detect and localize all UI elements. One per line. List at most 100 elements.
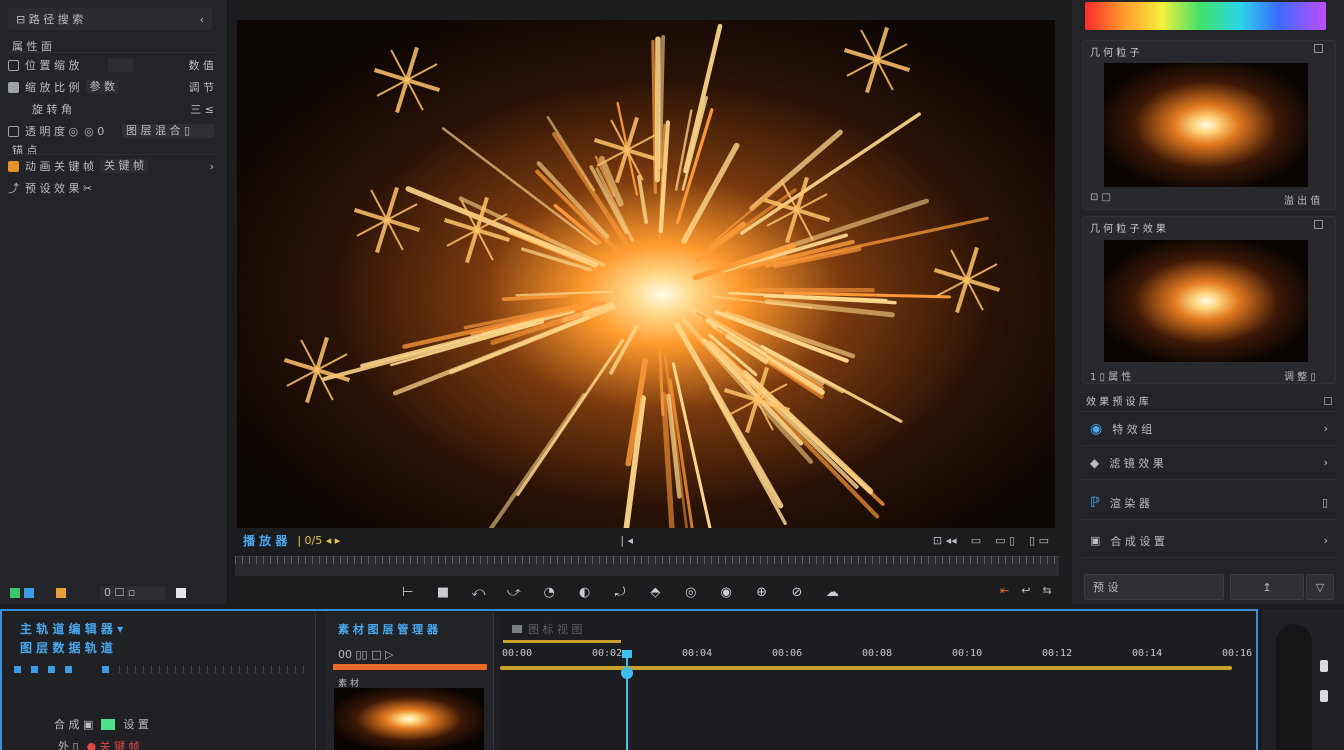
track-row[interactable]: 合 成 ▣ 设 置: [54, 716, 149, 732]
card-title: 几 何 粒 子: [1090, 48, 1140, 59]
prop-label: 缩 放 比 例: [25, 81, 80, 94]
effect-item[interactable]: ◉ 特 效 组 ›: [1082, 412, 1336, 446]
undo-icon[interactable]: ↩: [1021, 584, 1030, 597]
transport-button[interactable]: ⤺: [471, 585, 486, 600]
clip-thumbnail[interactable]: [334, 688, 484, 750]
transport-button[interactable]: ⊕: [754, 585, 769, 600]
divider: [8, 52, 218, 53]
track-toggle[interactable]: [31, 665, 38, 673]
prop-label: 位 置 缩 放: [25, 59, 80, 72]
playhead-knob[interactable]: [621, 667, 633, 679]
view-tool-icon[interactable]: ▭ ▯: [995, 534, 1015, 547]
upload-button[interactable]: ↥: [1230, 574, 1304, 600]
panel-menu-icon[interactable]: [1324, 396, 1332, 405]
timecode-label: 00:02: [592, 648, 623, 659]
swap-icon[interactable]: ⇆: [1042, 584, 1051, 597]
green-tag-icon[interactable]: [10, 588, 20, 598]
scrollbar[interactable]: [1276, 624, 1312, 750]
viewer-marker: | ◂: [620, 533, 634, 547]
preset-thumbnail-1[interactable]: [1104, 63, 1308, 187]
track-toggle[interactable]: [48, 665, 55, 673]
view-tool-icon[interactable]: ⊡ ◂◂: [933, 534, 957, 547]
opacity-icon: [8, 125, 19, 137]
work-area-bar[interactable]: [503, 640, 621, 643]
value-field[interactable]: [107, 58, 134, 72]
card-footer-left: 1 ▯ 属 性: [1090, 372, 1132, 383]
keyframe-field[interactable]: 关 键 帧: [100, 159, 148, 173]
prop-row-presets[interactable]: ⤴ 预 设 效 果 ✂: [8, 179, 214, 197]
search-label: ⊟ 路 径 搜 索: [16, 13, 84, 26]
card-footer-left: ⊡ □: [1090, 192, 1112, 203]
card-title: 几 何 粒 子 效 果: [1090, 224, 1166, 235]
effect-item[interactable]: ◆ 滤 镜 效 果 ›: [1082, 446, 1336, 480]
clip-track[interactable]: [500, 666, 1232, 670]
blend-mode-field[interactable]: 图 层 混 合 ▯: [122, 124, 214, 138]
spark-ray: [740, 112, 921, 235]
dropdown-button[interactable]: ▽: [1306, 574, 1334, 600]
blue-tag-icon[interactable]: [24, 588, 34, 598]
prop-row-position[interactable]: 位 置 缩 放 数 值: [8, 56, 214, 74]
track-toggle[interactable]: [14, 665, 21, 673]
bottom-field[interactable]: 0 ☐ ▫: [100, 586, 166, 600]
track-color[interactable]: [101, 718, 116, 730]
pen-icon: ℙ: [1090, 494, 1100, 511]
track-label: 外 ▯: [58, 740, 79, 750]
transport-button[interactable]: ⤾: [612, 585, 627, 600]
layer-row[interactable]: 00 ▯▯ □ ▷: [338, 648, 478, 661]
transport-button[interactable]: ■: [435, 585, 450, 600]
viewer-info: | 0/5 ◂ ▸: [297, 533, 341, 547]
track-toggle[interactable]: [102, 665, 109, 673]
timeline-title[interactable]: 主 轨 道 编 辑 器 ▾: [20, 620, 123, 637]
timecode-label: 00:16: [1222, 648, 1253, 659]
prop-row-rotation[interactable]: 旋 转 角 三 ≤: [8, 100, 214, 118]
white-square-icon[interactable]: [176, 588, 186, 598]
scroll-up-icon[interactable]: [1320, 660, 1328, 672]
expand-icon[interactable]: [1314, 220, 1323, 229]
view-tool-icon[interactable]: ▭: [971, 534, 981, 547]
timeline-tracks[interactable]: [498, 612, 1256, 750]
transport-button[interactable]: ⊘: [789, 585, 804, 600]
in-point-icon[interactable]: ⇤: [1000, 584, 1009, 597]
card-footer-right: 溢 出 值: [1284, 196, 1321, 207]
track-label: 合 成 ▣: [54, 718, 94, 731]
value-field[interactable]: 参 数: [85, 80, 119, 94]
transport-button[interactable]: ⬘: [648, 585, 663, 600]
transport-button[interactable]: ◔: [542, 585, 557, 600]
chevron-right-icon[interactable]: ›: [210, 160, 214, 173]
effect-item[interactable]: ▣ 合 成 设 置 ›: [1082, 524, 1336, 558]
transport-button[interactable]: ☁: [825, 585, 840, 600]
color-spectrum-picker[interactable]: [1085, 2, 1326, 30]
track-toggle[interactable]: [65, 665, 72, 673]
expand-icon[interactable]: [1314, 44, 1323, 53]
prop-extra: 三 ≤: [190, 103, 214, 116]
effect-item[interactable]: ℙ 渲 染 器 ▯: [1082, 486, 1336, 520]
folder-icon[interactable]: [56, 588, 66, 598]
transport-button[interactable]: ◎: [683, 585, 698, 600]
collapse-icon[interactable]: ‹: [200, 13, 204, 26]
timecode-label: 00:10: [952, 648, 983, 659]
preview-canvas[interactable]: [237, 20, 1055, 528]
prop-row-keyframes[interactable]: 动 画 关 键 帧 关 键 帧 ›: [8, 157, 214, 175]
layer-progress-bar: [333, 664, 487, 670]
preset-button[interactable]: 预 设: [1084, 574, 1224, 600]
view-tool-icon[interactable]: ▯ ▭: [1029, 534, 1049, 547]
search-bar[interactable]: ⊟ 路 径 搜 索 ‹: [8, 8, 212, 30]
transport-button[interactable]: ◐: [577, 585, 592, 600]
transport-button[interactable]: ◉: [718, 585, 733, 600]
scale-icon: [8, 81, 19, 93]
transport-controls: ⊢ ■ ⤺ ⤻ ◔ ◐ ⤾ ⬘ ◎ ◉ ⊕ ⊘ ☁: [400, 580, 840, 604]
prop-row-opacity[interactable]: 透 明 度 ◎ ◎ 0 图 层 混 合 ▯: [8, 122, 214, 140]
transport-button[interactable]: ⊢: [400, 585, 415, 600]
chevron-right-icon: ›: [1323, 422, 1328, 435]
prop-label: 动 画 关 键 帧: [25, 160, 94, 173]
scroll-down-icon[interactable]: [1320, 690, 1328, 702]
playhead-handle[interactable]: [622, 650, 632, 658]
preset-thumbnail-2[interactable]: [1104, 240, 1308, 362]
spark-ray: [637, 174, 649, 224]
prop-label: 透 明 度 ◎: [25, 125, 79, 138]
effect-label: 合 成 设 置: [1110, 534, 1165, 548]
film-icon[interactable]: [512, 625, 522, 633]
transport-button[interactable]: ⤻: [506, 585, 521, 600]
track-row[interactable]: 外 ▯ ● 关 键 帧: [58, 738, 140, 750]
prop-row-scale[interactable]: 缩 放 比 例 参 数 调 节: [8, 78, 214, 96]
